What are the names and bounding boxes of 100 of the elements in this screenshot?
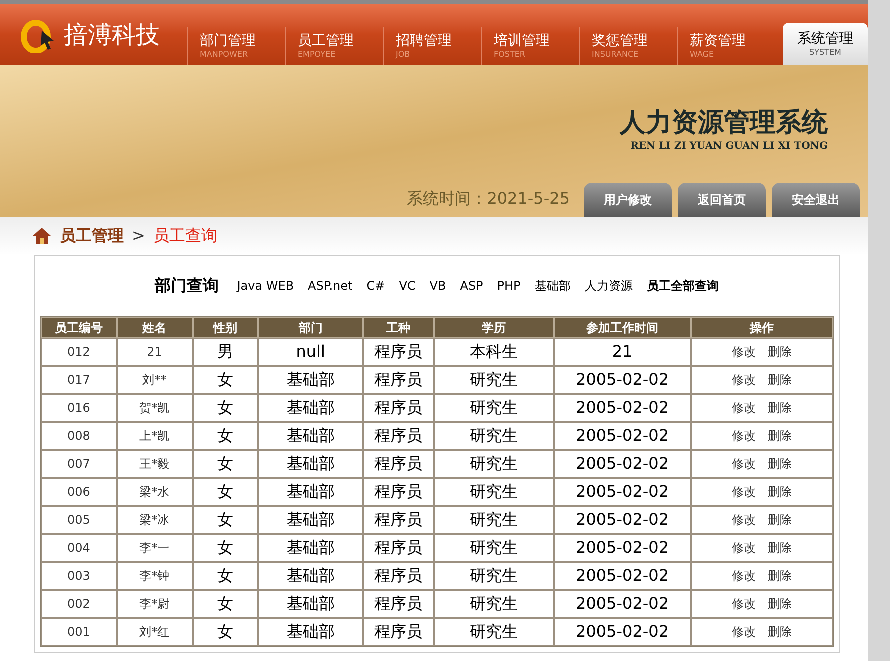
department-link[interactable]: C# xyxy=(366,277,386,295)
table-cell: 刘** xyxy=(116,366,193,394)
action-link[interactable]: 删除 xyxy=(768,511,792,529)
table-cell: 008 xyxy=(41,422,117,450)
table-cell: 女 xyxy=(192,450,258,478)
system-time: 系统时间：2021-5-25 xyxy=(407,188,570,210)
logo-text: 揞溥科技 xyxy=(64,20,160,51)
action-link[interactable]: 删除 xyxy=(768,371,792,389)
table-cell: 017 xyxy=(41,366,117,394)
table-cell: 2005-02-02 xyxy=(554,422,692,450)
action-link[interactable]: 修改 xyxy=(732,539,756,557)
action-link[interactable]: 修改 xyxy=(732,455,756,473)
action-link[interactable]: 修改 xyxy=(732,399,756,417)
table-cell: 程序员 xyxy=(363,618,434,646)
table-cell: 梁*水 xyxy=(116,478,193,506)
action-link[interactable]: 删除 xyxy=(768,399,792,417)
system-title: 人力资源管理系统 xyxy=(620,106,828,138)
action-link[interactable]: 删除 xyxy=(768,343,792,361)
table-cell: 李*钟 xyxy=(116,562,193,590)
table-cell: 程序员 xyxy=(363,590,434,618)
department-link[interactable]: VC xyxy=(399,277,416,295)
header-button[interactable]: 用户修改 xyxy=(584,183,672,217)
action-link[interactable]: 修改 xyxy=(732,595,756,613)
column-header: 性别 xyxy=(192,317,258,338)
department-link[interactable]: ASP xyxy=(460,277,484,295)
table-cell: 006 xyxy=(41,478,117,506)
table-cell: 21 xyxy=(116,338,193,366)
header-button[interactable]: 返回首页 xyxy=(678,183,766,217)
action-link[interactable]: 修改 xyxy=(732,371,756,389)
department-link[interactable]: ASP.net xyxy=(308,277,353,295)
table-cell: 女 xyxy=(192,618,258,646)
table-cell: 2005-02-02 xyxy=(554,366,692,394)
table-cell: 基础部 xyxy=(258,506,364,534)
table-cell: 程序员 xyxy=(363,394,434,422)
table-cell: 女 xyxy=(192,394,258,422)
table-cell: 研究生 xyxy=(434,534,554,562)
department-link[interactable]: 人力资源 xyxy=(584,277,633,295)
column-header: 部门 xyxy=(258,317,364,338)
table-cell: 女 xyxy=(192,590,258,618)
nav-tab[interactable]: 系统管理 SYSTEM xyxy=(783,23,868,65)
table-cell: 016 xyxy=(41,394,117,422)
header-button[interactable]: 安全退出 xyxy=(772,183,860,217)
table-cell: 程序员 xyxy=(363,534,434,562)
table-cell: 003 xyxy=(41,562,117,590)
table-cell: 基础部 xyxy=(258,394,364,422)
logo-icon xyxy=(20,17,56,53)
table-cell: 女 xyxy=(192,478,258,506)
table-cell: 程序员 xyxy=(363,506,434,534)
table-cell: 李*尉 xyxy=(116,590,193,618)
table-cell: 研究生 xyxy=(434,506,554,534)
action-link[interactable]: 删除 xyxy=(768,567,792,585)
table-cell: 2005-02-02 xyxy=(554,562,692,590)
table-cell: 程序员 xyxy=(363,338,434,366)
breadcrumb-current: 员工查询 xyxy=(153,225,218,247)
action-link[interactable]: 删除 xyxy=(768,427,792,445)
action-link[interactable]: 删除 xyxy=(768,539,792,557)
table-cell: 王*毅 xyxy=(116,450,193,478)
column-header: 员工编号 xyxy=(41,317,117,338)
action-link[interactable]: 修改 xyxy=(732,567,756,585)
table-cell: 基础部 xyxy=(258,562,364,590)
table-cell: 基础部 xyxy=(258,478,364,506)
table-cell: 2005-02-02 xyxy=(554,534,692,562)
department-link[interactable]: 基础部 xyxy=(534,277,571,295)
table-cell: 005 xyxy=(41,506,117,534)
table-cell: 2005-02-02 xyxy=(554,478,692,506)
table-cell: 程序员 xyxy=(363,562,434,590)
table-cell: 程序员 xyxy=(363,366,434,394)
action-link[interactable]: 修改 xyxy=(732,427,756,445)
table-cell: 女 xyxy=(192,562,258,590)
action-link[interactable]: 修改 xyxy=(732,623,756,641)
table-cell: 女 xyxy=(192,422,258,450)
column-header: 姓名 xyxy=(116,317,193,338)
action-link[interactable]: 删除 xyxy=(768,595,792,613)
table-cell: 研究生 xyxy=(434,478,554,506)
action-link[interactable]: 删除 xyxy=(768,623,792,641)
table-cell: 2005-02-02 xyxy=(554,590,692,618)
table-cell: 女 xyxy=(192,506,258,534)
action-link[interactable]: 修改 xyxy=(732,343,756,361)
column-header: 工种 xyxy=(363,317,434,338)
action-link[interactable]: 删除 xyxy=(768,483,792,501)
department-link[interactable]: 员工全部查询 xyxy=(646,277,719,295)
table-cell: 研究生 xyxy=(434,562,554,590)
department-link[interactable]: VB xyxy=(430,277,446,295)
table-cell: 男 xyxy=(192,338,258,366)
department-link[interactable]: PHP xyxy=(497,277,521,295)
action-link[interactable]: 修改 xyxy=(732,511,756,529)
table-cell: 基础部 xyxy=(258,450,364,478)
column-header: 操作 xyxy=(691,317,834,338)
table-cell: 女 xyxy=(192,366,258,394)
table-cell: 研究生 xyxy=(434,394,554,422)
action-link[interactable]: 删除 xyxy=(768,455,792,473)
breadcrumb-link[interactable]: 员工管理 xyxy=(60,224,124,248)
table-cell: 刘*红 xyxy=(116,618,193,646)
table-cell: null xyxy=(258,338,364,366)
department-link[interactable]: Java WEB xyxy=(237,277,294,295)
action-link[interactable]: 修改 xyxy=(732,483,756,501)
table-cell: 基础部 xyxy=(258,422,364,450)
table-cell: 007 xyxy=(41,450,117,478)
table-cell: 李*一 xyxy=(116,534,193,562)
table-cell: 研究生 xyxy=(434,618,554,646)
